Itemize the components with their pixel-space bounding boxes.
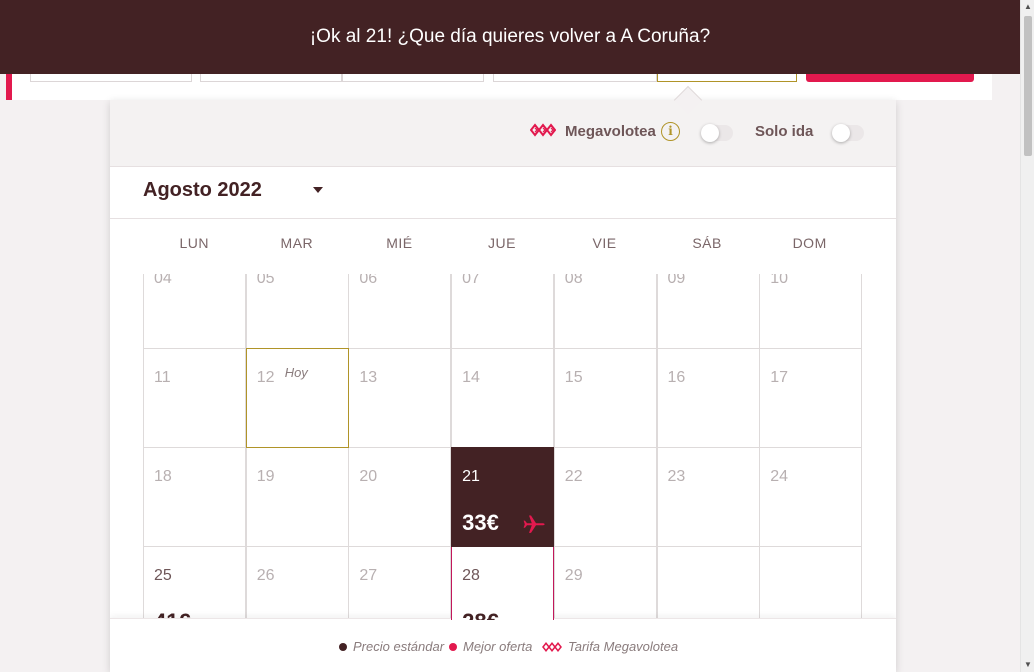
calendar-day-cell[interactable]: 08 bbox=[553, 274, 657, 349]
day-number: 23 bbox=[667, 468, 686, 485]
calendar-day-cell[interactable]: 04 bbox=[143, 274, 246, 349]
price-legend: Precio estándar Mejor oferta Tarifa Mega… bbox=[110, 618, 896, 672]
weekday-label: MIÉ bbox=[386, 235, 413, 251]
calendar-day-cell[interactable]: 21 33€ bbox=[451, 447, 555, 547]
day-number: 12 bbox=[256, 369, 275, 386]
day-number: 09 bbox=[667, 274, 686, 287]
calendar-day-cell[interactable]: 28 28€ bbox=[451, 546, 555, 620]
calendar-day-cell[interactable]: 2541€ bbox=[143, 546, 246, 620]
month-label: Agosto 2022 bbox=[143, 179, 262, 201]
scroll-thumb[interactable] bbox=[1024, 16, 1032, 156]
day-number: 07 bbox=[462, 274, 480, 287]
chevron-down-icon[interactable] bbox=[313, 187, 323, 193]
legend-standard-label: Precio estándar bbox=[353, 639, 445, 654]
weekday-label: VIE bbox=[592, 235, 617, 251]
weekday-label: SÁB bbox=[692, 235, 722, 251]
standard-dot bbox=[339, 642, 347, 651]
banner-message: ¡Ok al 21! ¿Que día quieres volver a A C… bbox=[309, 26, 711, 47]
legend-best: Mejor oferta bbox=[449, 639, 532, 654]
scroll-down-arrow-icon[interactable]: ▼ bbox=[1021, 658, 1034, 672]
day-number: 29 bbox=[564, 567, 583, 584]
weekday-label: LUN bbox=[179, 235, 210, 251]
calendar-day-cell[interactable]: 12 Hoy bbox=[245, 348, 349, 448]
calendar-day-cell[interactable]: 09 bbox=[656, 274, 760, 349]
calendar-day-cell[interactable]: 07 bbox=[451, 274, 555, 349]
day-number: 27 bbox=[359, 567, 378, 584]
day-number: 11 bbox=[154, 369, 171, 386]
megavolotea-logo-icon bbox=[542, 641, 562, 652]
scroll-up-arrow-icon[interactable]: ▲ bbox=[1021, 0, 1034, 14]
info-icon[interactable]: i bbox=[661, 122, 680, 141]
legend-mega-label: Tarifa Megavolotea bbox=[568, 639, 679, 654]
calendar-day-cell[interactable]: 27 bbox=[348, 546, 452, 620]
day-number: 26 bbox=[256, 567, 275, 584]
month-selector[interactable]: Agosto 2022 bbox=[110, 167, 896, 219]
megavolotea-toggle[interactable] bbox=[701, 124, 733, 142]
toggle-knob bbox=[832, 124, 850, 142]
calendar-day-cell[interactable]: 29 bbox=[553, 546, 657, 620]
calendar-day-cell[interactable] bbox=[656, 546, 760, 620]
weekday-header: LUN MAR MIÉ JUE VIE SÁB DOM bbox=[143, 235, 861, 259]
today-label: Hoy bbox=[284, 365, 308, 380]
day-number: 05 bbox=[256, 274, 275, 287]
day-number: 20 bbox=[359, 468, 378, 485]
day-number: 25 bbox=[154, 567, 172, 584]
calendar-day-cell[interactable]: 17 bbox=[759, 348, 863, 448]
calendar-day-cell[interactable]: 15 bbox=[553, 348, 657, 448]
plane-icon bbox=[523, 515, 545, 533]
page-scrollbar[interactable]: ▲ ▼ bbox=[1020, 0, 1034, 672]
calendar-day-cell[interactable]: 06 bbox=[348, 274, 452, 349]
calendar-day-cell[interactable]: 20 bbox=[348, 447, 452, 547]
calendar-popup: Megavolotea i Solo ida Agosto 2022 LUN MA… bbox=[110, 100, 896, 672]
day-number: 08 bbox=[564, 274, 583, 287]
day-number: 24 bbox=[770, 468, 788, 485]
calendar-day-cell[interactable] bbox=[759, 546, 863, 620]
megavolotea-label: Megavolotea bbox=[565, 123, 656, 140]
calendar-day-cell[interactable]: 22 bbox=[553, 447, 657, 547]
day-number: 28 bbox=[462, 567, 480, 584]
legend-best-label: Mejor oferta bbox=[463, 639, 533, 654]
calendar-day-cell[interactable]: 05 bbox=[245, 274, 349, 349]
calendar-day-cell[interactable]: 18 bbox=[143, 447, 246, 547]
day-price: 28€ bbox=[462, 609, 499, 620]
day-number: 15 bbox=[564, 369, 583, 386]
day-number: 14 bbox=[462, 369, 480, 386]
calendar-day-cell[interactable]: 16 bbox=[656, 348, 760, 448]
day-number: 19 bbox=[256, 468, 275, 485]
options-bar: Megavolotea i Solo ida bbox=[110, 100, 896, 167]
day-number: 22 bbox=[564, 468, 583, 485]
solo-ida-toggle[interactable] bbox=[832, 124, 864, 142]
day-number: 21 bbox=[462, 468, 480, 485]
calendar-day-cell[interactable]: 24 bbox=[759, 447, 863, 547]
megavolotea-logo-icon bbox=[530, 123, 556, 137]
solo-ida-label: Solo ida bbox=[755, 123, 814, 140]
calendar-day-cell[interactable]: 11 bbox=[143, 348, 246, 448]
calendar-day-cell[interactable]: 14 bbox=[451, 348, 555, 448]
calendar-day-cell[interactable]: 10 bbox=[759, 274, 863, 349]
legend-standard: Precio estándar bbox=[339, 639, 444, 654]
weekday-label: DOM bbox=[792, 235, 827, 251]
calendar-grid: 04 05 06 07 08 09 10 11 12 Hoy 13 14 15 16 17 18 19 20 21 3… bbox=[110, 274, 896, 620]
day-price: 33€ bbox=[462, 510, 499, 535]
weekday-label: MAR bbox=[280, 235, 314, 251]
info-banner: ¡Ok al 21! ¿Que día quieres volver a A C… bbox=[0, 0, 1020, 74]
day-number: 16 bbox=[667, 369, 686, 386]
calendar-day-cell[interactable]: 23 bbox=[656, 447, 760, 547]
day-number: 18 bbox=[154, 468, 172, 485]
legend-mega: Tarifa Megavolotea bbox=[541, 639, 678, 654]
day-number: 13 bbox=[359, 369, 378, 386]
day-number: 17 bbox=[770, 369, 788, 386]
weekday-label: JUE bbox=[487, 235, 516, 251]
toggle-knob bbox=[701, 124, 719, 142]
calendar-day-cell[interactable]: 13 bbox=[348, 348, 452, 448]
calendar-day-cell[interactable]: 26 bbox=[245, 546, 349, 620]
day-number: 10 bbox=[770, 274, 788, 287]
best-dot bbox=[449, 642, 457, 651]
day-number: 06 bbox=[359, 274, 378, 287]
day-number: 04 bbox=[154, 274, 172, 287]
calendar-day-cell[interactable]: 19 bbox=[245, 447, 349, 547]
